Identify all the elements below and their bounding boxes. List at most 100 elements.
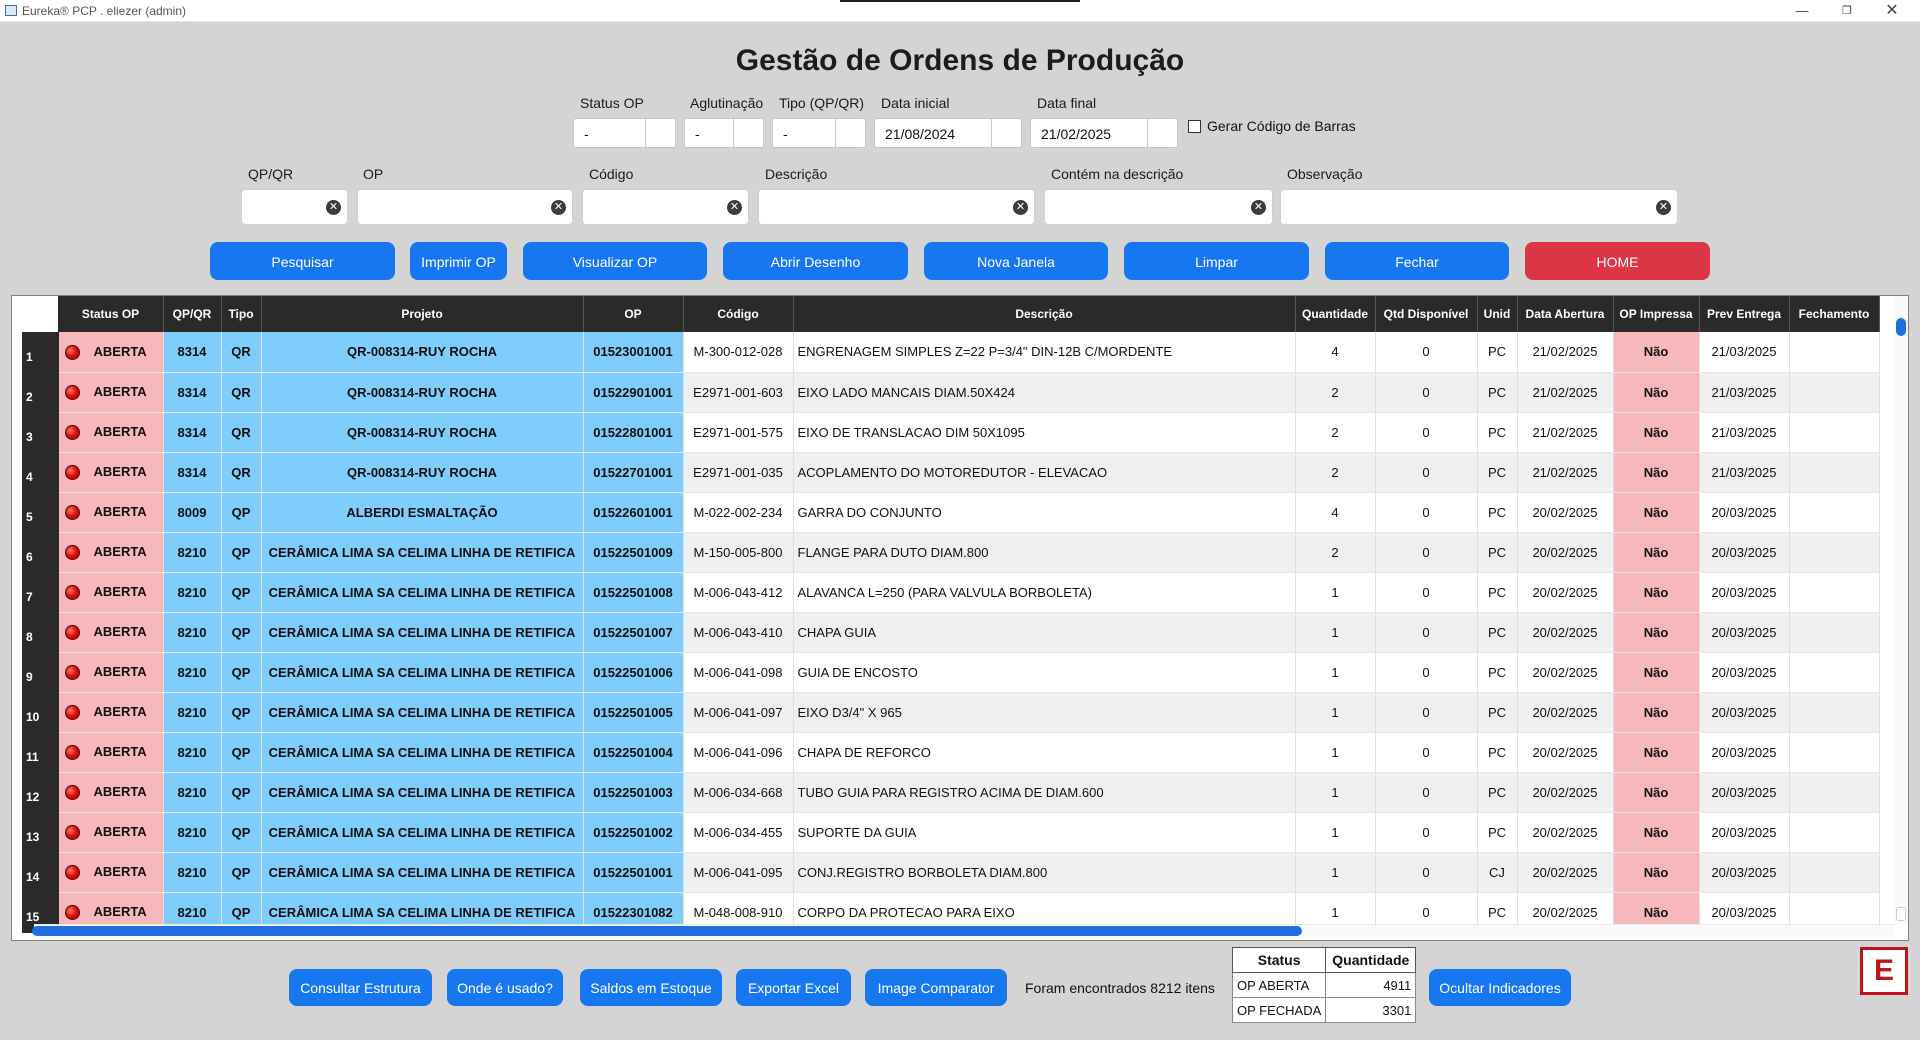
limpar-button[interactable]: Limpar — [1124, 242, 1309, 280]
table-row[interactable]: 6 ABERTA 8210 QP CERÂMICA LIMA SA CELIMA LIN… — [22, 532, 1880, 573]
row-number[interactable]: 2 — [22, 372, 59, 413]
onde-usado-button[interactable]: Onde é usado? — [447, 969, 563, 1006]
codigo-cell[interactable]: M-006-034-668 — [683, 772, 794, 813]
fechamento-cell[interactable] — [1789, 772, 1880, 813]
data-abertura-cell[interactable]: 20/02/2025 — [1517, 532, 1614, 573]
codigo-cell[interactable]: M-006-034-455 — [683, 812, 794, 853]
horizontal-scrollbar[interactable] — [32, 926, 1302, 936]
codigo-cell[interactable]: M-006-041-097 — [683, 692, 794, 733]
descricao-cell[interactable]: EIXO D3/4" X 965 — [793, 692, 1296, 733]
quantidade-cell[interactable]: 1 — [1295, 852, 1376, 893]
barcode-option[interactable]: Gerar Código de Barras — [1188, 118, 1356, 134]
qtd-disponivel-cell[interactable]: 0 — [1375, 692, 1478, 733]
tipo-cell[interactable]: QP — [221, 852, 262, 893]
op-cell[interactable]: 01522501002 — [583, 812, 684, 853]
codigo-cell[interactable]: M-150-005-800 — [683, 532, 794, 573]
tipo-cell[interactable]: QP — [221, 492, 262, 533]
tipo-cell[interactable]: QR — [221, 332, 262, 373]
qtd-disponivel-cell[interactable]: 0 — [1375, 732, 1478, 773]
op-cell[interactable]: 01522601001 — [583, 492, 684, 533]
status-op-cell[interactable]: ABERTA — [58, 732, 164, 773]
fechamento-cell[interactable] — [1789, 412, 1880, 453]
tipo-cell[interactable]: QR — [221, 412, 262, 453]
descricao-cell[interactable]: CONJ.REGISTRO BORBOLETA DIAM.800 — [793, 852, 1296, 893]
clear-icon[interactable]: ✕ — [727, 200, 742, 215]
tipo-cell[interactable]: QP — [221, 572, 262, 613]
unid-cell[interactable]: PC — [1477, 492, 1518, 533]
tipo-cell[interactable]: QP — [221, 732, 262, 773]
op-impressa-cell[interactable]: Não — [1613, 732, 1700, 773]
row-number[interactable]: 11 — [22, 732, 59, 773]
clear-icon[interactable]: ✕ — [1013, 200, 1028, 215]
data-abertura-cell[interactable]: 20/02/2025 — [1517, 732, 1614, 773]
prev-entrega-cell[interactable]: 20/03/2025 — [1699, 812, 1790, 853]
quantidade-cell[interactable]: 2 — [1295, 452, 1376, 493]
projeto-cell[interactable]: QR-008314-RUY ROCHA — [261, 332, 584, 373]
tipo-cell[interactable]: QR — [221, 372, 262, 413]
tipo-cell[interactable]: QP — [221, 812, 262, 853]
qtd-disponivel-cell[interactable]: 0 — [1375, 572, 1478, 613]
observacao-input[interactable]: ✕ — [1280, 189, 1678, 225]
qpqr-cell[interactable]: 8210 — [163, 852, 222, 893]
fechamento-cell[interactable] — [1789, 652, 1880, 693]
tipo-cell[interactable]: QP — [221, 692, 262, 733]
op-cell[interactable]: 01522501008 — [583, 572, 684, 613]
codigo-cell[interactable]: M-006-043-410 — [683, 612, 794, 653]
descricao-cell[interactable]: ENGRENAGEM SIMPLES Z=22 P=3/4" DIN-12B C… — [793, 332, 1296, 373]
projeto-cell[interactable]: CERÂMICA LIMA SA CELIMA LINHA DE RETIFIC… — [261, 612, 584, 653]
descricao-cell[interactable]: SUPORTE DA GUIA — [793, 812, 1296, 853]
status-op-cell[interactable]: ABERTA — [58, 652, 164, 693]
quantidade-cell[interactable]: 1 — [1295, 812, 1376, 853]
unid-cell[interactable]: PC — [1477, 412, 1518, 453]
unid-cell[interactable]: PC — [1477, 372, 1518, 413]
codigo-cell[interactable]: E2971-001-035 — [683, 452, 794, 493]
close-icon[interactable]: ✕ — [1876, 1, 1908, 21]
clear-icon[interactable]: ✕ — [1656, 200, 1671, 215]
quantidade-cell[interactable]: 1 — [1295, 612, 1376, 653]
row-number[interactable]: 5 — [22, 492, 59, 533]
status-op-cell[interactable]: ABERTA — [58, 612, 164, 653]
op-impressa-cell[interactable]: Não — [1613, 492, 1700, 533]
projeto-cell[interactable]: ALBERDI ESMALTAÇÃO — [261, 492, 584, 533]
descricao-cell[interactable]: EIXO DE TRANSLACAO DIM 50X1095 — [793, 412, 1296, 453]
col-unid[interactable]: Unid — [1477, 296, 1518, 332]
quantidade-cell[interactable]: 1 — [1295, 732, 1376, 773]
descricao-cell[interactable]: EIXO LADO MANCAIS DIAM.50X424 — [793, 372, 1296, 413]
qtd-disponivel-cell[interactable]: 0 — [1375, 452, 1478, 493]
tipo-cell[interactable]: QP — [221, 772, 262, 813]
table-row[interactable]: 9 ABERTA 8210 QP CERÂMICA LIMA SA CELIMA LIN… — [22, 652, 1880, 693]
tipo-select[interactable]: - — [772, 118, 866, 148]
fechamento-cell[interactable] — [1789, 332, 1880, 373]
descricao-cell[interactable]: TUBO GUIA PARA REGISTRO ACIMA DE DIAM.60… — [793, 772, 1296, 813]
data-abertura-cell[interactable]: 21/02/2025 — [1517, 372, 1614, 413]
fechar-button[interactable]: Fechar — [1325, 242, 1509, 280]
projeto-cell[interactable]: CERÂMICA LIMA SA CELIMA LINHA DE RETIFIC… — [261, 692, 584, 733]
prev-entrega-cell[interactable]: 21/03/2025 — [1699, 452, 1790, 493]
prev-entrega-cell[interactable]: 20/03/2025 — [1699, 612, 1790, 653]
table-row[interactable]: 14 ABERTA 8210 QP CERÂMICA LIMA SA CELIMA LI… — [22, 852, 1880, 893]
corner-cell[interactable] — [22, 296, 59, 332]
descricao-cell[interactable]: FLANGE PARA DUTO DIAM.800 — [793, 532, 1296, 573]
image-comparator-button[interactable]: Image Comparator — [865, 969, 1007, 1006]
data-abertura-cell[interactable]: 20/02/2025 — [1517, 772, 1614, 813]
exportar-excel-button[interactable]: Exportar Excel — [736, 969, 851, 1006]
op-cell[interactable]: 01523001001 — [583, 332, 684, 373]
qtd-disponivel-cell[interactable]: 0 — [1375, 332, 1478, 373]
pesquisar-button[interactable]: Pesquisar — [210, 242, 395, 280]
row-number[interactable]: 6 — [22, 532, 59, 573]
unid-cell[interactable]: PC — [1477, 652, 1518, 693]
codigo-cell[interactable]: M-006-043-412 — [683, 572, 794, 613]
op-cell[interactable]: 01522801001 — [583, 412, 684, 453]
table-row[interactable]: 4 ABERTA 8314 QR QR-008314-RUY ROCHA 01522701… — [22, 452, 1880, 493]
table-row[interactable]: 11 ABERTA 8210 QP CERÂMICA LIMA SA CELIMA LI… — [22, 732, 1880, 773]
op-impressa-cell[interactable]: Não — [1613, 652, 1700, 693]
codigo-input[interactable]: ✕ — [582, 189, 749, 225]
qpqr-cell[interactable]: 8210 — [163, 772, 222, 813]
fechamento-cell[interactable] — [1789, 852, 1880, 893]
op-impressa-cell[interactable]: Não — [1613, 332, 1700, 373]
projeto-cell[interactable]: QR-008314-RUY ROCHA — [261, 412, 584, 453]
unid-cell[interactable]: PC — [1477, 692, 1518, 733]
qpqr-input[interactable]: ✕ — [241, 189, 348, 225]
drag-handle[interactable] — [840, 0, 1080, 2]
table-row[interactable]: 5 ABERTA 8009 QP ALBERDI ESMALTAÇÃO 015226010… — [22, 492, 1880, 533]
